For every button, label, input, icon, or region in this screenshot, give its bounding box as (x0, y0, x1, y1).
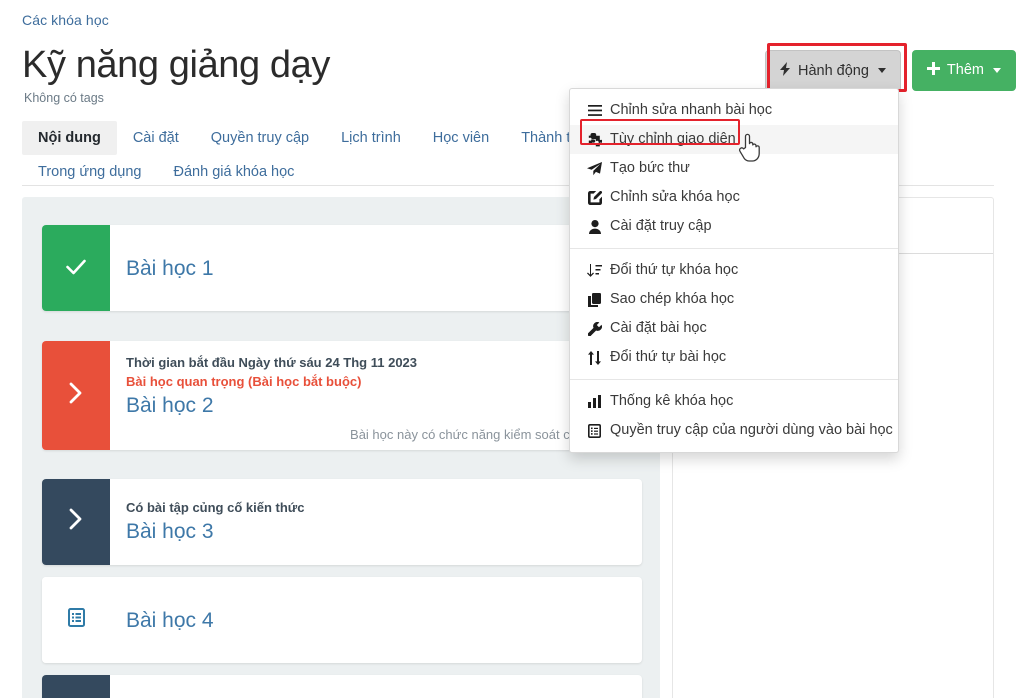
menu-item-label: Tùy chỉnh giao diện (610, 131, 736, 147)
lesson-title[interactable]: Bài học 2 (126, 392, 626, 420)
lesson-status-strip[interactable] (42, 225, 110, 311)
lesson-card-body: Bài học 4 (110, 577, 642, 663)
lesson-card-body: Bài học 1 (110, 225, 642, 311)
bolt-icon (779, 62, 791, 80)
lesson-card[interactable]: Có bài tập củng cố kiến thức Bài học 3 (42, 479, 642, 565)
page-subtitle-tags: Không có tags (24, 91, 104, 105)
chevron-down-icon (993, 67, 1001, 73)
menu-item-label: Quyền truy cập của người dùng vào bài họ… (610, 422, 893, 438)
menu-item-label: Thống kê khóa học (610, 393, 734, 409)
breadcrumb[interactable]: Các khóa học (22, 12, 109, 28)
chevron-down-icon (877, 68, 886, 74)
add-dropdown-button[interactable]: Thêm (911, 50, 1016, 91)
lesson-list-panel: Bài học 1 Thời gian bắt đầu Ngày thứ sáu… (22, 197, 660, 698)
chevron-right-icon (69, 382, 83, 410)
check-icon (66, 255, 86, 281)
action-button-label: Hành động (797, 62, 869, 79)
lesson-card[interactable] (42, 675, 642, 698)
menu-item-cai-dat-bai-hoc[interactable]: Cài đặt bài học (570, 314, 898, 343)
lesson-title[interactable]: Bài học 4 (126, 607, 214, 635)
action-dropdown-menu[interactable]: Chỉnh sửa nhanh bài học Tùy chỉnh giao d… (569, 88, 899, 453)
menu-item-doi-thu-tu-bai-hoc[interactable]: Đổi thứ tự bài học (570, 343, 898, 372)
tab-lich-trinh[interactable]: Lịch trình (325, 121, 417, 155)
arrows-up-down-icon (586, 350, 603, 365)
tab-noi-dung[interactable]: Nội dung (22, 121, 117, 155)
menu-item-tao-buc-thu[interactable]: Tạo bức thư (570, 154, 898, 183)
page-title: Kỹ năng giảng dạy (22, 44, 330, 86)
plus-icon (926, 62, 940, 79)
menu-item-label: Chỉnh sửa nhanh bài học (610, 102, 773, 118)
paper-plane-icon (586, 161, 603, 176)
lesson-start-time: Thời gian bắt đầu Ngày thứ sáu 24 Thg 11… (126, 355, 418, 370)
wrench-icon (586, 321, 603, 336)
tab-trong-ung-dung[interactable]: Trong ứng dụng (22, 155, 158, 189)
menu-item-cai-dat-truy-cap[interactable]: Cài đặt truy cập (570, 212, 898, 241)
tab-cai-dat[interactable]: Cài đặt (117, 121, 195, 155)
menu-separator (570, 248, 898, 249)
lesson-card[interactable]: Bài học 1 (42, 225, 642, 311)
lesson-title[interactable]: Bài học 3 (126, 518, 626, 546)
lesson-title[interactable]: Bài học 1 (126, 255, 214, 283)
lesson-card[interactable]: Bài học 4 (42, 577, 642, 663)
menu-separator (570, 379, 898, 380)
menu-item-label: Đổi thứ tự khóa học (610, 262, 739, 278)
lesson-card[interactable]: Thời gian bắt đầu Ngày thứ sáu 24 Thg 11… (42, 341, 642, 450)
puzzle-piece-icon (586, 132, 603, 147)
copy-icon (586, 292, 603, 307)
menu-item-label: Chỉnh sửa khóa học (610, 189, 740, 205)
page-root: Các khóa học Kỹ năng giảng dạy Không có … (0, 0, 1032, 698)
lesson-card-body: Thời gian bắt đầu Ngày thứ sáu 24 Thg 11… (110, 341, 642, 450)
action-dropdown-button[interactable]: Hành động (764, 50, 901, 92)
document-list-icon (67, 608, 85, 632)
tab-hoc-vien[interactable]: Học viên (417, 121, 505, 155)
tab-danh-gia-khoa-hoc[interactable]: Đánh giá khóa học (158, 155, 311, 189)
menu-item-quyen-truy-cap-nguoi-dung[interactable]: Quyền truy cập của người dùng vào bài họ… (570, 416, 898, 445)
chevron-right-icon (69, 508, 83, 536)
edit-square-icon (586, 190, 603, 205)
lesson-card-body (110, 675, 642, 698)
lesson-card-body: Có bài tập củng cố kiến thức Bài học 3 (110, 479, 642, 565)
menu-item-tuy-chinh-giao-dien[interactable]: Tùy chỉnh giao diện (570, 125, 898, 154)
list-icon (586, 105, 603, 116)
sort-amount-down-icon (586, 263, 603, 278)
menu-item-thong-ke-khoa-hoc[interactable]: Thống kê khóa học (570, 387, 898, 416)
header-actions: Hành động Thêm (764, 50, 1016, 92)
add-button-label: Thêm (946, 62, 984, 78)
lesson-status-strip[interactable] (42, 341, 110, 450)
lesson-status-strip[interactable] (42, 577, 110, 663)
menu-item-doi-thu-tu-khoa-hoc[interactable]: Đổi thứ tự khóa học (570, 256, 898, 285)
bar-chart-icon (586, 395, 603, 408)
user-icon (586, 219, 603, 234)
menu-item-label: Cài đặt truy cập (610, 218, 712, 234)
menu-item-chinh-sua-khoa-hoc[interactable]: Chỉnh sửa khóa học (570, 183, 898, 212)
menu-item-label: Cài đặt bài học (610, 320, 707, 336)
lesson-status-strip[interactable] (42, 675, 110, 698)
tab-quyen-truy-cap[interactable]: Quyền truy cập (195, 121, 325, 155)
lesson-required-badge: Bài học quan trọng (Bài học bắt buộc) (126, 374, 362, 389)
lesson-exercise-note: Có bài tập củng cố kiến thức (126, 500, 305, 515)
menu-item-label: Sao chép khóa học (610, 291, 735, 307)
lesson-status-strip[interactable] (42, 479, 110, 565)
menu-item-sao-chep-khoa-hoc[interactable]: Sao chép khóa học (570, 285, 898, 314)
menu-item-label: Đổi thứ tự bài học (610, 349, 727, 365)
menu-item-label: Tạo bức thư (610, 160, 690, 176)
list-alt-icon (586, 423, 603, 438)
menu-item-chinh-sua-nhanh-bai-hoc[interactable]: Chỉnh sửa nhanh bài học (570, 96, 898, 125)
